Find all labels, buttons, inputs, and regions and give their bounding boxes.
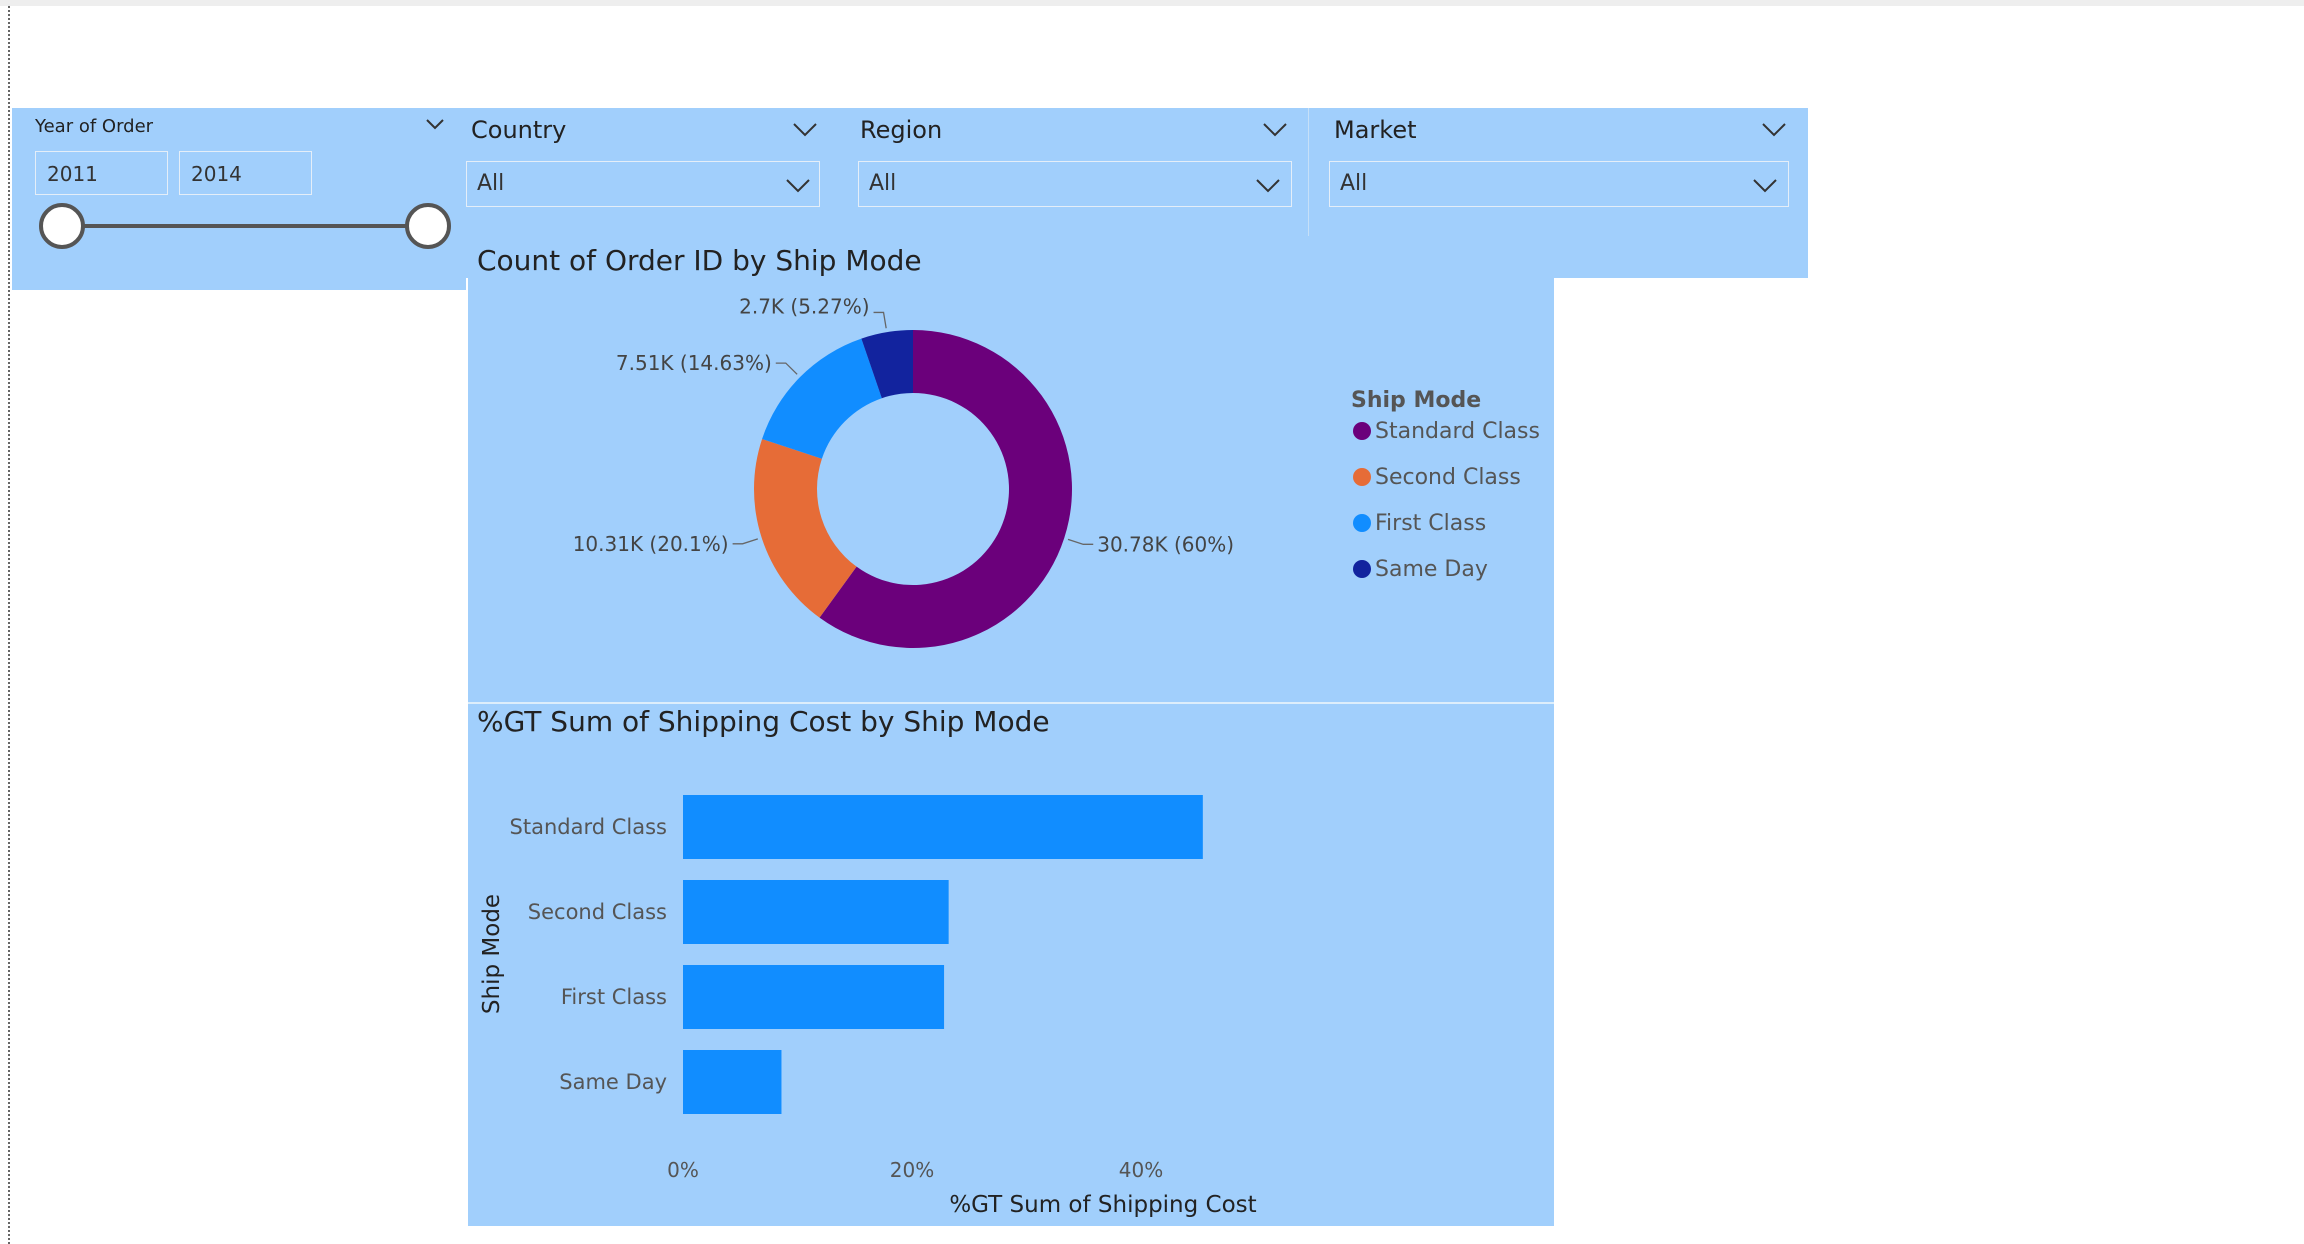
bar-category-label: Standard Class xyxy=(510,815,667,839)
year-slider-start-handle[interactable] xyxy=(39,203,85,249)
bar-category-label: First Class xyxy=(561,985,667,1009)
year-slicer: Year of Order 2011 2014 xyxy=(12,108,466,290)
donut-data-label: 10.31K (20.1%) xyxy=(573,532,729,556)
country-dropdown[interactable]: All xyxy=(466,161,820,207)
chevron-down-icon xyxy=(1256,179,1280,193)
year-to-value: 2014 xyxy=(191,162,242,186)
bar-first-class[interactable] xyxy=(683,965,945,1029)
market-dropdown-value: All xyxy=(1340,171,1368,196)
year-from-input[interactable]: 2011 xyxy=(35,151,168,195)
donut-leader-line xyxy=(873,311,887,329)
legend-marker-first-class[interactable] xyxy=(1353,514,1371,532)
donut-chart: 30.78K (60%) 10.31K (20.1%) 7.51K (14.63%)… xyxy=(573,294,1540,648)
year-from-value: 2011 xyxy=(47,162,98,186)
donut-slice-first-class[interactable] xyxy=(762,338,882,459)
year-to-input[interactable]: 2014 xyxy=(179,151,312,195)
bar-chart: Standard Class Second Class First Class Sam… xyxy=(479,795,1257,1218)
bar-same-day[interactable] xyxy=(683,1050,782,1114)
year-slider-end-handle[interactable] xyxy=(405,203,451,249)
chevron-down-icon xyxy=(786,179,810,193)
chevron-down-icon xyxy=(1753,179,1777,193)
year-slicer-chevron-down-icon[interactable] xyxy=(425,118,445,130)
donut-leader-line xyxy=(732,538,759,545)
bar-x-tick-label: 40% xyxy=(1119,1158,1163,1182)
bar-y-axis-label: Ship Mode xyxy=(479,894,505,1014)
region-slicer-title: Region xyxy=(860,116,943,144)
legend-marker-standard-class[interactable] xyxy=(1353,422,1371,440)
legend-label-same-day[interactable]: Same Day xyxy=(1375,557,1488,582)
donut-data-label: 30.78K (60%) xyxy=(1097,532,1234,556)
filter-divider xyxy=(1308,108,1309,240)
market-dropdown[interactable]: All xyxy=(1329,161,1789,207)
bar-second-class[interactable] xyxy=(683,880,949,944)
country-slicer-chevron-down-icon[interactable] xyxy=(792,122,818,138)
market-slicer-title: Market xyxy=(1334,116,1417,144)
donut-data-label: 7.51K (14.63%) xyxy=(616,351,772,375)
bar-x-tick-label: 20% xyxy=(890,1158,934,1182)
report-top-border xyxy=(0,0,2304,6)
market-slicer-chevron-down-icon[interactable] xyxy=(1761,122,1787,138)
donut-data-label: 2.7K (5.27%) xyxy=(739,294,869,318)
year-range-slider[interactable] xyxy=(12,200,466,260)
region-dropdown-value: All xyxy=(869,171,897,196)
country-dropdown-value: All xyxy=(477,171,505,196)
legend-marker-second-class[interactable] xyxy=(1353,468,1371,486)
region-slicer-chevron-down-icon[interactable] xyxy=(1262,122,1288,138)
legend-label-standard-class[interactable]: Standard Class xyxy=(1375,419,1540,444)
donut-leader-line xyxy=(775,362,798,375)
legend-label-second-class[interactable]: Second Class xyxy=(1375,465,1521,490)
country-slicer-title: Country xyxy=(471,116,567,144)
bar-standard-class[interactable] xyxy=(683,795,1203,859)
bar-category-label: Second Class xyxy=(528,900,667,924)
donut-leader-line xyxy=(1067,538,1094,545)
year-slicer-title: Year of Order xyxy=(35,116,154,137)
canvas-left-border xyxy=(8,6,10,1244)
region-dropdown[interactable]: All xyxy=(858,161,1292,207)
legend-label-first-class[interactable]: First Class xyxy=(1375,511,1486,536)
bar-x-axis-label: %GT Sum of Shipping Cost xyxy=(949,1192,1256,1218)
bar-category-label: Same Day xyxy=(559,1070,667,1094)
legend-title: Ship Mode xyxy=(1351,388,1481,413)
bar-x-tick-label: 0% xyxy=(667,1158,699,1182)
legend-marker-same-day[interactable] xyxy=(1353,560,1371,578)
